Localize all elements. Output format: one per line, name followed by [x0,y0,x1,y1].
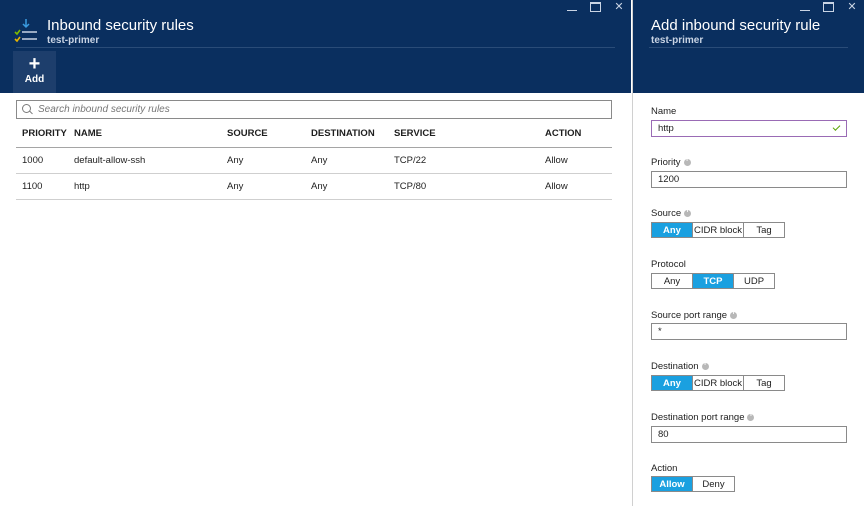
table-row[interactable]: 1000 default-allow-ssh Any Any TCP/22 Al… [16,147,612,174]
add-rule-blade: Add inbound security rule test-primer ✕ … [632,0,864,506]
add-plus-icon: + [28,53,41,75]
protocol-label: Protocol [651,259,686,270]
cell-priority: 1100 [16,173,68,200]
info-icon[interactable] [683,157,691,166]
name-label-text: Name [651,106,677,117]
info-icon[interactable] [701,361,709,370]
dest-port-value: 80 [658,429,669,440]
source-any-option[interactable]: Any [652,223,693,237]
table-header-row: PRIORITY NAME SOURCE DESTINATION SERVICE… [16,121,612,148]
cell-action: Allow [539,147,612,174]
cell-service: TCP/22 [388,147,539,174]
blade-subtitle: test-primer [651,35,704,46]
col-action[interactable]: ACTION [539,121,612,148]
blade-header: Inbound security rules test-primer ✕ + A… [0,0,631,93]
action-toggle: Allow Deny [651,476,735,492]
cell-service: TCP/80 [388,173,539,200]
source-toggle: Any CIDR block Tag [651,222,785,238]
col-destination[interactable]: DESTINATION [305,121,388,148]
name-field[interactable]: http [651,120,847,137]
blade-title: Inbound security rules [47,17,194,34]
name-label: Name [651,106,676,117]
priority-field[interactable]: 1200 [651,171,847,188]
priority-label: Priority [651,157,691,168]
destination-tag-option[interactable]: Tag [744,376,784,390]
inbound-rules-blade: Inbound security rules test-primer ✕ + A… [0,0,631,506]
cell-source: Any [221,173,305,200]
priority-label-text: Priority [651,157,681,168]
destination-toggle: Any CIDR block Tag [651,375,785,391]
maximize-icon[interactable] [590,2,601,12]
search-icon [22,104,33,115]
dest-port-label: Destination port range [651,412,755,423]
protocol-label-text: Protocol [651,259,686,270]
rules-table: PRIORITY NAME SOURCE DESTINATION SERVICE… [16,121,612,200]
add-button[interactable]: + Add [13,51,56,93]
cell-source: Any [221,147,305,174]
minimize-icon[interactable] [566,1,578,13]
blade-subtitle: test-primer [47,35,100,46]
action-label: Action [651,463,677,474]
check-icon [832,123,842,133]
blade-header: Add inbound security rule test-primer ✕ [633,0,864,93]
maximize-icon[interactable] [823,2,834,12]
cell-priority: 1000 [16,147,68,174]
protocol-udp-option[interactable]: UDP [734,274,774,288]
source-port-label: Source port range [651,310,738,321]
source-port-label-text: Source port range [651,310,728,321]
close-icon[interactable]: ✕ [613,1,625,13]
source-tag-option[interactable]: Tag [744,223,784,237]
protocol-toggle: Any TCP UDP [651,273,775,289]
search-box[interactable] [16,100,612,119]
destination-label-text: Destination [651,361,699,372]
destination-any-option[interactable]: Any [652,376,693,390]
cell-action: Allow [539,173,612,200]
add-label: Add [24,74,45,85]
source-cidr-option[interactable]: CIDR block [693,223,744,237]
protocol-any-option[interactable]: Any [652,274,693,288]
destination-label: Destination [651,361,709,372]
action-deny-option[interactable]: Deny [693,477,734,491]
col-source[interactable]: SOURCE [221,121,305,148]
security-rules-icon [14,19,37,43]
minimize-icon[interactable] [799,1,811,13]
name-value: http [658,123,674,134]
dest-port-label-text: Destination port range [651,412,745,423]
source-label-text: Source [651,208,682,219]
close-icon[interactable]: ✕ [846,1,858,13]
header-divider [16,47,615,48]
action-allow-option[interactable]: Allow [652,477,693,491]
cell-name: default-allow-ssh [68,147,221,174]
info-icon[interactable] [747,412,755,421]
col-priority[interactable]: PRIORITY [16,121,68,148]
header-divider [649,47,848,48]
source-port-field[interactable]: * [651,323,847,340]
source-port-value: * [658,326,662,337]
table-row[interactable]: 1100 http Any Any TCP/80 Allow [16,173,612,200]
cell-destination: Any [305,173,388,200]
search-input[interactable] [38,104,598,115]
col-service[interactable]: SERVICE [388,121,539,148]
protocol-tcp-option[interactable]: TCP [693,274,734,288]
info-icon[interactable] [730,310,738,319]
source-label: Source [651,208,692,219]
priority-value: 1200 [658,174,680,185]
cell-destination: Any [305,147,388,174]
info-icon[interactable] [684,208,692,217]
destination-cidr-option[interactable]: CIDR block [693,376,744,390]
col-name[interactable]: NAME [68,121,221,148]
dest-port-field[interactable]: 80 [651,426,847,443]
action-label-text: Action [651,463,678,474]
cell-name: http [68,173,221,200]
blade-title: Add inbound security rule [651,17,821,34]
